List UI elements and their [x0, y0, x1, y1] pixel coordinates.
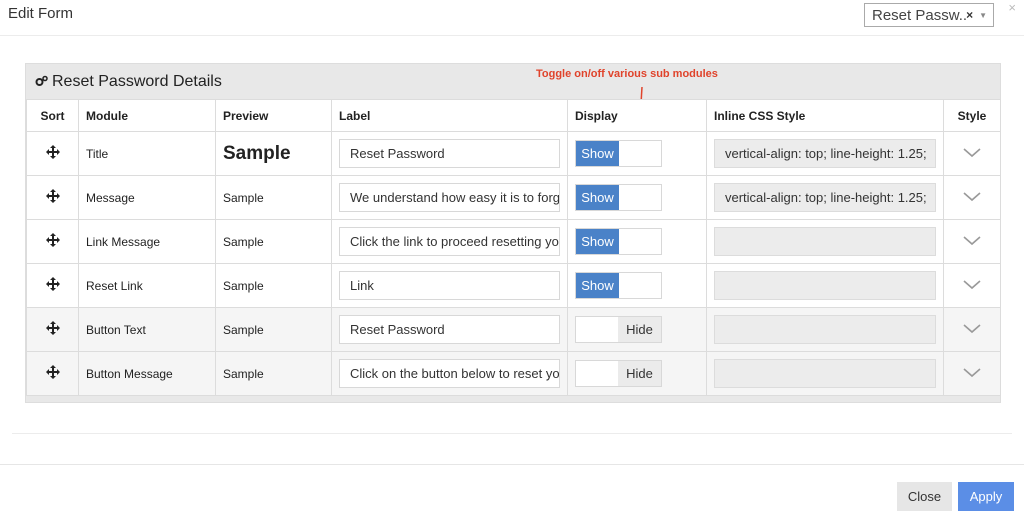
- form-select-value: Reset Passw...: [872, 6, 967, 24]
- caret-down-icon[interactable]: ▼: [979, 11, 987, 20]
- inline-css-input[interactable]: [714, 315, 936, 344]
- display-toggle[interactable]: Hide: [575, 360, 662, 387]
- header-style: Style: [943, 99, 1001, 132]
- preview-sample: Sample: [215, 219, 332, 264]
- modal-title: Edit Form: [8, 5, 74, 22]
- display-toggle[interactable]: Show: [575, 272, 662, 299]
- label-input[interactable]: Link: [339, 271, 560, 300]
- toggle-state: Hide: [618, 317, 661, 342]
- header-label: Label: [331, 99, 568, 132]
- preview-sample: Sample: [215, 351, 332, 396]
- table-row: Button Text Sample Reset Password Hide: [26, 307, 1001, 352]
- inline-css-input[interactable]: [714, 227, 936, 256]
- form-select[interactable]: Reset Passw... × ▼: [864, 3, 994, 27]
- apply-button[interactable]: Apply: [958, 482, 1014, 511]
- module-name: Title: [78, 131, 216, 176]
- inline-css-input[interactable]: [714, 359, 936, 388]
- move-handle-icon[interactable]: [45, 321, 60, 335]
- module-name: Button Message: [78, 351, 216, 396]
- module-name: Button Text: [78, 307, 216, 352]
- label-input[interactable]: We understand how easy it is to forget: [339, 183, 560, 212]
- table-row: Button Message Sample Click on the butto…: [26, 351, 1001, 396]
- header-sort: Sort: [26, 99, 79, 132]
- annotation-text: Toggle on/off various sub modules: [536, 68, 718, 80]
- header-inline-css: Inline CSS Style: [706, 99, 944, 132]
- label-input[interactable]: Click on the button below to reset your: [339, 359, 560, 388]
- chevron-down-icon[interactable]: [963, 279, 981, 293]
- inline-css-input[interactable]: [714, 271, 936, 300]
- table-row: Link Message Sample Click the link to pr…: [26, 219, 1001, 264]
- chevron-down-icon[interactable]: [963, 191, 981, 205]
- display-toggle[interactable]: Hide: [575, 316, 662, 343]
- chevron-down-icon[interactable]: [963, 235, 981, 249]
- inline-css-input[interactable]: vertical-align: top; line-height: 1.25;: [714, 183, 936, 212]
- move-handle-icon[interactable]: [45, 277, 60, 291]
- toggle-state: Show: [576, 229, 619, 254]
- module-name: Reset Link: [78, 263, 216, 308]
- label-input[interactable]: Reset Password: [339, 315, 560, 344]
- preview-sample: Sample: [215, 175, 332, 220]
- display-toggle[interactable]: Show: [575, 140, 662, 167]
- move-handle-icon[interactable]: [45, 365, 60, 379]
- module-name: Message: [78, 175, 216, 220]
- table-row: Title Sample Reset Password Show vertica…: [26, 131, 1001, 176]
- toggle-state: Show: [576, 185, 619, 210]
- move-handle-icon[interactable]: [45, 145, 60, 159]
- close-button[interactable]: Close: [897, 482, 952, 511]
- label-input[interactable]: Reset Password: [339, 139, 560, 168]
- display-toggle[interactable]: Show: [575, 228, 662, 255]
- preview-sample: Sample: [223, 142, 291, 164]
- header-preview: Preview: [215, 99, 332, 132]
- divider: [12, 433, 1012, 434]
- panel-header: Reset Password Details: [26, 64, 1000, 100]
- inline-css-input[interactable]: vertical-align: top; line-height: 1.25;: [714, 139, 936, 168]
- divider: [0, 464, 1024, 465]
- toggle-state: Show: [576, 273, 619, 298]
- panel-title: Reset Password Details: [52, 73, 222, 90]
- chevron-down-icon[interactable]: [963, 147, 981, 161]
- table-row: Message Sample We understand how easy it…: [26, 175, 1001, 220]
- chevron-down-icon[interactable]: [963, 367, 981, 381]
- table-header-row: Sort Module Preview Label Display Inline…: [26, 99, 1001, 132]
- header-display: Display: [567, 99, 707, 132]
- modules-table: Sort Module Preview Label Display Inline…: [26, 99, 1001, 396]
- toggle-state: Show: [576, 141, 619, 166]
- divider: [0, 35, 1024, 36]
- label-input[interactable]: Click the link to proceed resetting your: [339, 227, 560, 256]
- preview-sample: Sample: [215, 263, 332, 308]
- gears-icon: [35, 75, 48, 90]
- chevron-down-icon[interactable]: [963, 323, 981, 337]
- toggle-state: Hide: [618, 361, 661, 386]
- move-handle-icon[interactable]: [45, 233, 60, 247]
- display-toggle[interactable]: Show: [575, 184, 662, 211]
- header-module: Module: [78, 99, 216, 132]
- preview-sample: Sample: [215, 307, 332, 352]
- table-row: Reset Link Sample Link Show: [26, 263, 1001, 308]
- clear-icon[interactable]: ×: [966, 8, 973, 22]
- move-handle-icon[interactable]: [45, 189, 60, 203]
- close-icon[interactable]: ×: [1008, 0, 1016, 15]
- module-name: Link Message: [78, 219, 216, 264]
